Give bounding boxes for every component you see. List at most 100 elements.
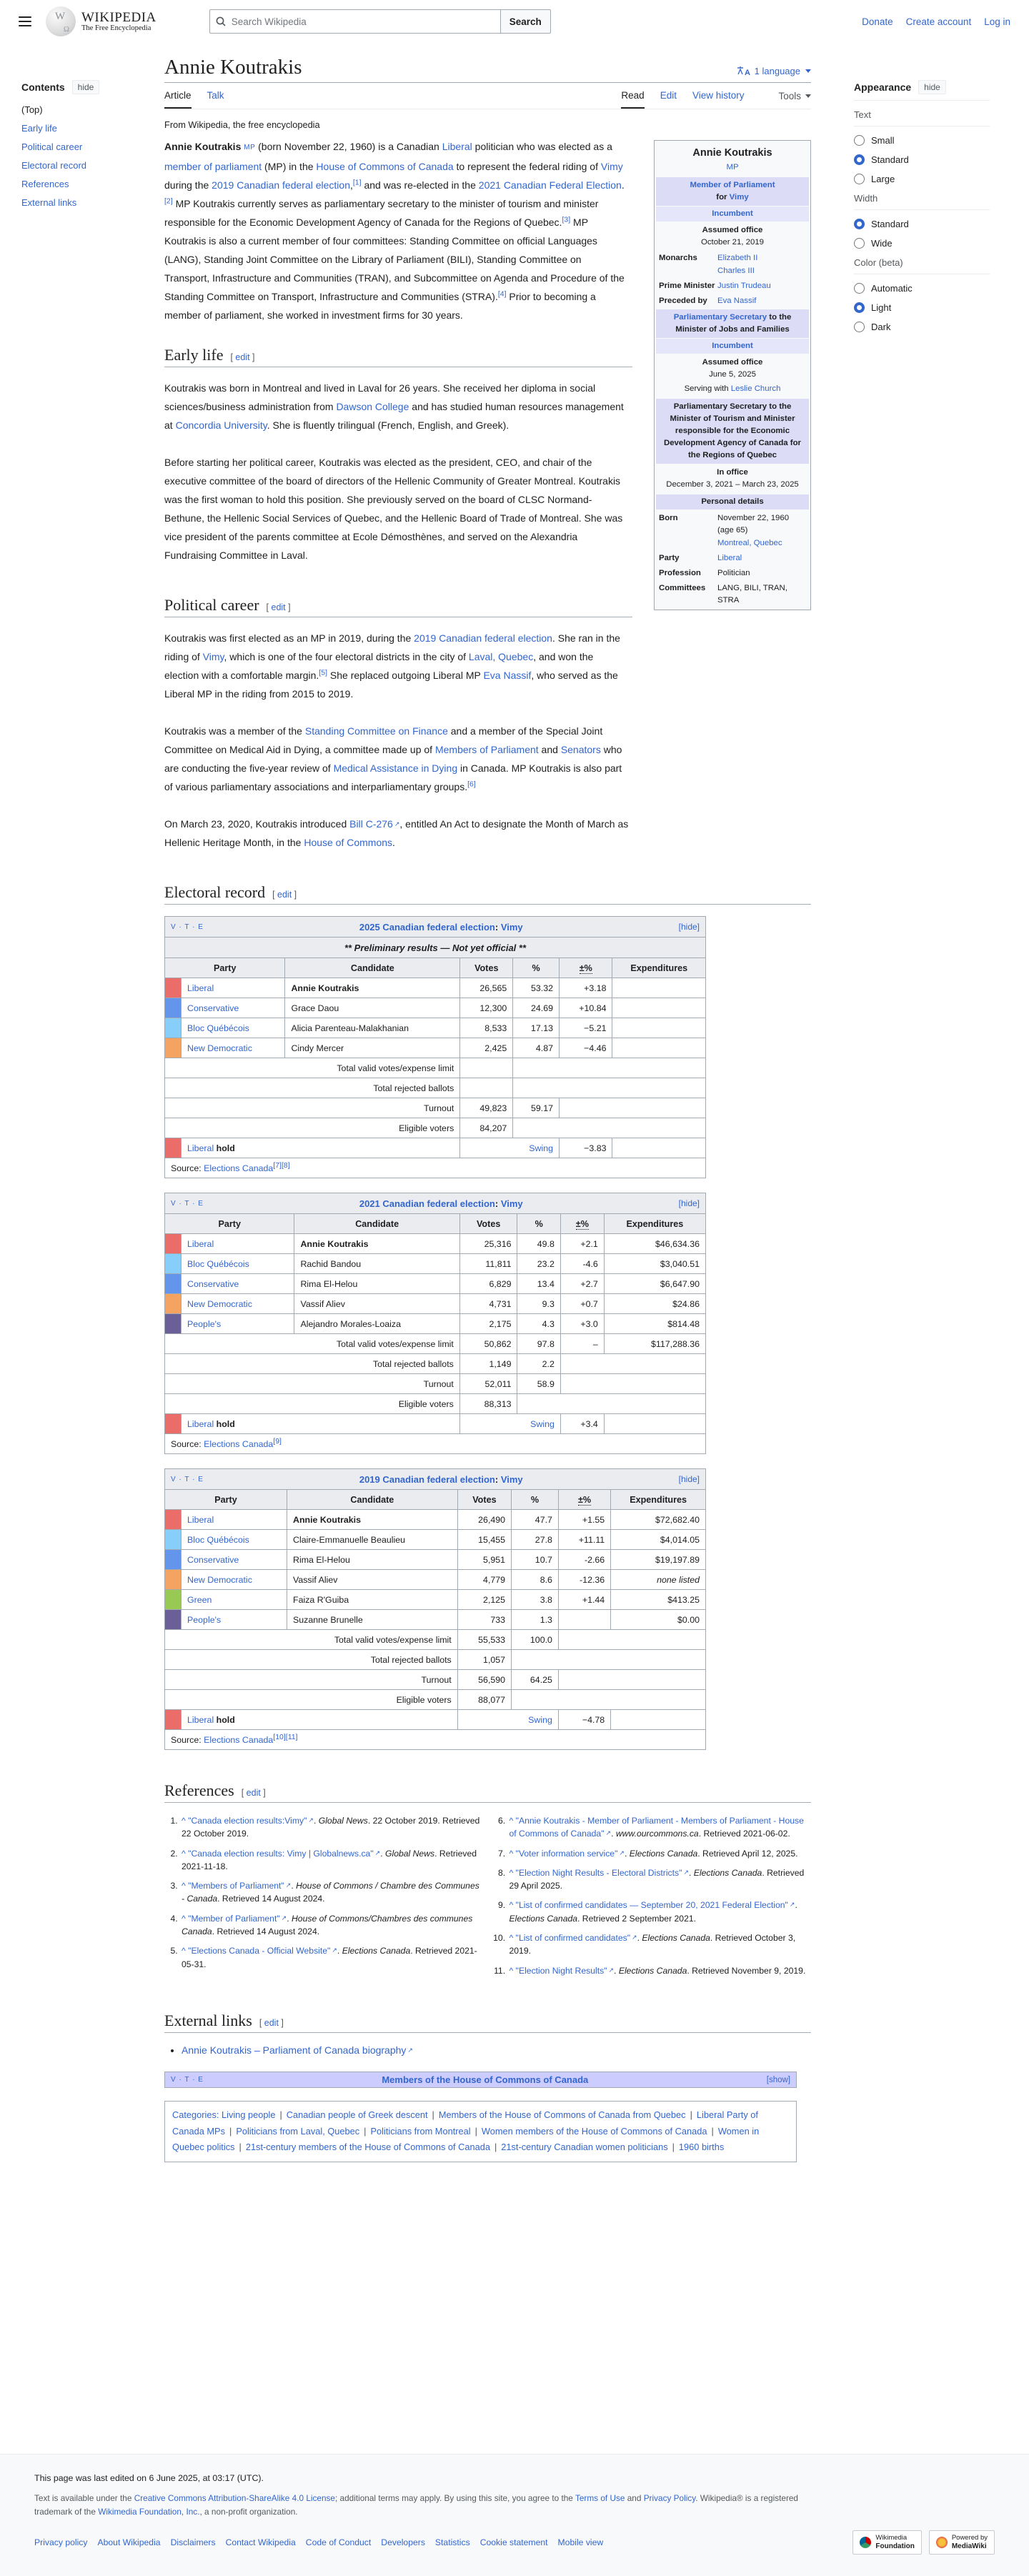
- link[interactable]: Standing Committee on Finance: [305, 725, 448, 737]
- link[interactable]: ^: [182, 1816, 186, 1826]
- radio-option-small[interactable]: Small: [854, 135, 990, 146]
- reference-sup-link[interactable]: [7]: [273, 1160, 282, 1169]
- footer-link-contact-wikipedia[interactable]: Contact Wikipedia: [226, 2537, 296, 2547]
- party-link[interactable]: Liberal: [187, 1239, 214, 1249]
- sidebar-item-political-career[interactable]: Political career: [21, 141, 156, 152]
- link[interactable]: Liberal: [717, 554, 742, 562]
- sidebar-item-top[interactable]: (Top): [21, 104, 156, 115]
- link[interactable]: Justin Trudeau: [717, 282, 771, 290]
- link[interactable]: ^: [509, 1816, 514, 1826]
- link[interactable]: "List of confirmed candidates — Septembe…: [516, 1900, 795, 1910]
- sidebar-item-early-life[interactable]: Early life: [21, 123, 156, 134]
- reference-sup-link[interactable]: [6]: [467, 780, 476, 788]
- link[interactable]: member of parliament: [164, 161, 262, 172]
- edit-link[interactable]: edit: [247, 1788, 261, 1798]
- party-link[interactable]: Bloc Québécois: [187, 1535, 249, 1545]
- link[interactable]: ^: [182, 1914, 186, 1924]
- edit-link[interactable]: edit: [272, 602, 286, 612]
- language-selector[interactable]: A 1 language: [737, 66, 811, 79]
- category-link[interactable]: Canadian people of Greek descent: [287, 2109, 428, 2120]
- link[interactable]: 2021 Canadian Federal Election: [479, 179, 622, 191]
- link[interactable]: Creative Commons Attribution-ShareAlike …: [134, 2493, 335, 2503]
- edit-link[interactable]: edit: [277, 890, 292, 900]
- link[interactable]: ^: [509, 1868, 514, 1878]
- link[interactable]: "List of confirmed candidates"↗: [516, 1933, 637, 1943]
- swing-link[interactable]: Swing: [529, 1143, 553, 1153]
- edit-link[interactable]: edit: [235, 352, 249, 362]
- link[interactable]: Eva Nassif: [717, 297, 756, 305]
- sidebar-item-references[interactable]: References: [21, 179, 156, 189]
- party-link[interactable]: New Democratic: [187, 1043, 252, 1053]
- party-link[interactable]: Liberal: [187, 1715, 214, 1725]
- infobox-incumbent-link[interactable]: Incumbent: [656, 207, 809, 222]
- party-link[interactable]: Liberal: [187, 1419, 214, 1429]
- category-link[interactable]: 21st-century Canadian women politicians: [501, 2142, 667, 2152]
- swing-link[interactable]: Swing: [528, 1715, 552, 1725]
- link[interactable]: Elections Canada: [204, 1439, 273, 1449]
- reference-sup-link[interactable]: [2]: [164, 197, 173, 205]
- footer-link-disclaimers[interactable]: Disclaimers: [171, 2537, 216, 2547]
- top-link-create-account[interactable]: Create account: [906, 16, 972, 27]
- link[interactable]: Charles III: [717, 267, 755, 275]
- link[interactable]: "Canada election results: Vimy | Globaln…: [188, 1849, 380, 1859]
- tools-menu[interactable]: Tools: [778, 83, 811, 109]
- link[interactable]: Montreal, Quebec: [717, 539, 782, 547]
- navbox-title[interactable]: Members of the House of Commons of Canad…: [204, 2074, 767, 2085]
- party-link[interactable]: Bloc Québécois: [187, 1023, 249, 1033]
- party-link[interactable]: People's: [187, 1615, 221, 1625]
- wikipedia-logo[interactable]: WIKIPEDIA The Free Encyclopedia: [46, 6, 156, 36]
- link[interactable]: "Canada election results:Vimy"↗: [188, 1816, 314, 1826]
- category-link[interactable]: Living people: [222, 2109, 275, 2120]
- link[interactable]: Elizabeth II: [717, 254, 757, 262]
- category-link[interactable]: Members of the House of Commons of Canad…: [439, 2109, 686, 2120]
- link[interactable]: ^: [509, 1933, 514, 1943]
- table-hide-button[interactable]: [hide]: [679, 1198, 700, 1208]
- reference-sup-link[interactable]: [11]: [286, 1732, 298, 1741]
- radio-option-large[interactable]: Large: [854, 174, 990, 184]
- appearance-hide-button[interactable]: hide: [918, 80, 946, 94]
- election-table-title[interactable]: 2025 Canadian federal election: Vimy: [204, 922, 679, 933]
- party-link[interactable]: Conservative: [187, 1555, 239, 1565]
- categories-label[interactable]: Categories:: [172, 2109, 219, 2120]
- footer-link-statistics[interactable]: Statistics: [435, 2537, 470, 2547]
- reference-sup-link[interactable]: [4]: [498, 289, 507, 298]
- link[interactable]: Wikimedia Foundation, Inc.: [98, 2507, 199, 2517]
- link[interactable]: ^: [509, 1849, 514, 1859]
- table-vte-links[interactable]: V · T · E: [171, 923, 204, 931]
- radio-option-automatic[interactable]: Automatic: [854, 283, 990, 294]
- contents-hide-button[interactable]: hide: [72, 80, 100, 94]
- reference-sup-link[interactable]: [5]: [319, 668, 327, 677]
- link[interactable]: Leslie Church: [731, 384, 781, 393]
- radio-option-standard[interactable]: Standard: [854, 154, 990, 165]
- tab-read[interactable]: Read: [621, 83, 644, 109]
- badge-mediawiki[interactable]: Powered byMediaWiki: [929, 2530, 995, 2555]
- link[interactable]: 2019 Canadian federal election: [414, 632, 552, 644]
- reference-sup-link[interactable]: [9]: [273, 1436, 282, 1445]
- link[interactable]: ^: [182, 1881, 186, 1891]
- party-link[interactable]: Conservative: [187, 1003, 239, 1013]
- link[interactable]: Eva Nassif: [483, 670, 531, 681]
- link[interactable]: Member of Parliament: [690, 181, 775, 189]
- reference-sup-link[interactable]: [8]: [282, 1160, 290, 1169]
- election-table-title[interactable]: 2021 Canadian federal election: Vimy: [204, 1198, 679, 1209]
- link[interactable]: Senators: [561, 744, 601, 755]
- link[interactable]: Terms of Use: [575, 2493, 625, 2503]
- party-link[interactable]: People's: [187, 1319, 221, 1329]
- link[interactable]: Elections Canada: [204, 1735, 273, 1745]
- radio-icon[interactable]: [854, 174, 865, 184]
- edit-link[interactable]: edit: [264, 2018, 279, 2028]
- radio-selected-icon[interactable]: [854, 219, 865, 229]
- link[interactable]: "Voter information service"↗: [516, 1849, 625, 1859]
- category-link[interactable]: Women members of the House of Commons of…: [482, 2126, 707, 2137]
- radio-option-standard[interactable]: Standard: [854, 219, 990, 229]
- table-vte-links[interactable]: V · T · E: [171, 1200, 204, 1208]
- party-link[interactable]: New Democratic: [187, 1575, 252, 1585]
- link[interactable]: "Election Night Results"↗: [516, 1966, 614, 1976]
- radio-icon[interactable]: [854, 135, 865, 146]
- radio-icon[interactable]: [854, 283, 865, 294]
- link[interactable]: ^: [509, 1900, 514, 1910]
- swing-link[interactable]: Swing: [530, 1419, 555, 1429]
- radio-icon[interactable]: [854, 238, 865, 249]
- navbox-show-button[interactable]: [show]: [767, 2076, 790, 2084]
- link[interactable]: Elections Canada: [204, 1163, 273, 1173]
